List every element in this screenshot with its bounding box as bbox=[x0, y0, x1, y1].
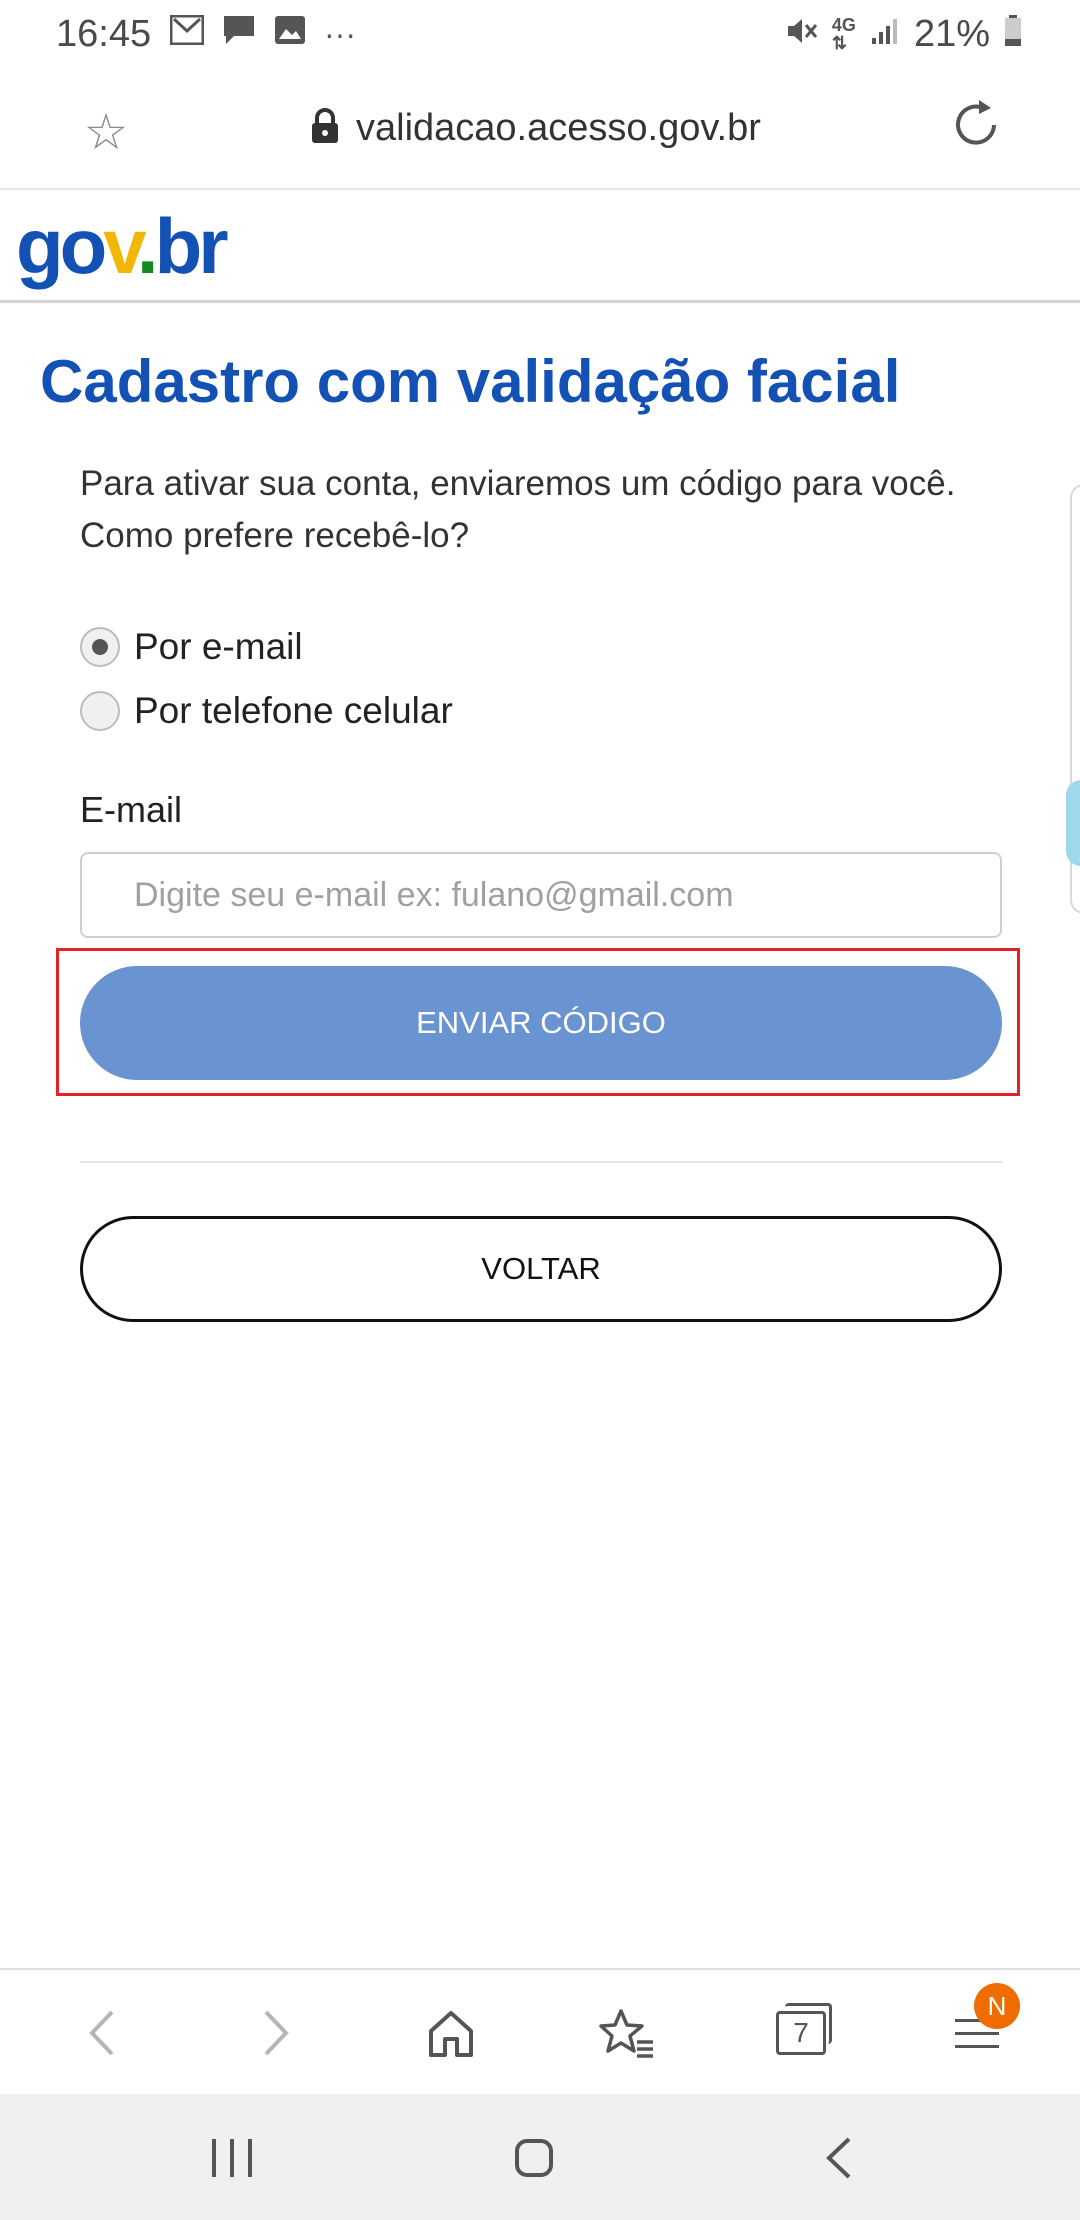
option-email-label: Por e-mail bbox=[134, 626, 303, 667]
lock-icon bbox=[310, 107, 340, 149]
browser-address-bar: ☆ validacao.acesso.gov.br bbox=[0, 68, 1080, 190]
battery-percent: 21% bbox=[913, 13, 990, 55]
status-bar: 16:45 ··· 4G ⇅ 21% bbox=[0, 0, 1080, 68]
intro-text: Para ativar sua conta, enviaremos um cód… bbox=[80, 464, 956, 555]
battery-icon bbox=[1004, 14, 1022, 54]
mute-icon bbox=[784, 14, 818, 55]
status-system-icons: 4G ⇅ 21% bbox=[784, 12, 1022, 56]
status-notification-icons: ··· bbox=[169, 14, 356, 53]
system-home-icon[interactable] bbox=[494, 2118, 574, 2198]
back-button[interactable]: VOLTAR bbox=[80, 1216, 1002, 1322]
recent-apps-icon[interactable] bbox=[192, 2118, 272, 2198]
email-label: E-mail bbox=[80, 789, 183, 830]
browser-back-icon[interactable] bbox=[66, 1998, 136, 2068]
url-text: validacao.acesso.gov.br bbox=[356, 106, 761, 149]
home-icon[interactable] bbox=[416, 1998, 486, 2068]
gmail-icon bbox=[169, 14, 205, 52]
tabs-count: 7 bbox=[776, 2003, 832, 2055]
radio-email[interactable] bbox=[80, 627, 120, 667]
govbr-logo[interactable]: gov.br bbox=[16, 202, 229, 290]
status-time: 16:45 bbox=[56, 13, 152, 55]
option-phone[interactable]: Por telefone celular bbox=[80, 690, 453, 732]
radio-phone[interactable] bbox=[80, 691, 120, 731]
4g-icon: 4G ⇅ bbox=[831, 15, 856, 53]
system-back-icon[interactable] bbox=[798, 2118, 878, 2198]
browser-forward-icon[interactable] bbox=[242, 1998, 312, 2068]
notification-badge: N bbox=[974, 1983, 1020, 2029]
send-code-button[interactable]: ENVIAR CÓDIGO bbox=[80, 966, 1002, 1080]
image-icon bbox=[274, 15, 306, 52]
bookmark-star-icon[interactable]: ☆ bbox=[78, 104, 134, 160]
system-nav-bar bbox=[0, 2094, 1080, 2220]
more-dots-icon: ··· bbox=[324, 15, 356, 52]
option-phone-label: Por telefone celular bbox=[134, 690, 453, 731]
tabs-icon[interactable]: 7 bbox=[766, 1998, 836, 2068]
message-icon bbox=[222, 14, 256, 53]
edge-panel-knob[interactable] bbox=[1066, 780, 1080, 866]
divider bbox=[80, 1161, 1002, 1163]
signal-icon bbox=[870, 16, 900, 53]
reload-icon[interactable] bbox=[944, 98, 1008, 162]
email-input[interactable] bbox=[80, 852, 1002, 938]
browser-toolbar: 7 bbox=[0, 1968, 1080, 2096]
site-header: gov.br bbox=[0, 190, 1080, 303]
bookmarks-icon[interactable] bbox=[592, 1998, 662, 2068]
page-title: Cadastro com validação facial bbox=[40, 348, 901, 415]
url-field[interactable]: validacao.acesso.gov.br bbox=[310, 98, 761, 158]
option-email[interactable]: Por e-mail bbox=[80, 626, 303, 668]
